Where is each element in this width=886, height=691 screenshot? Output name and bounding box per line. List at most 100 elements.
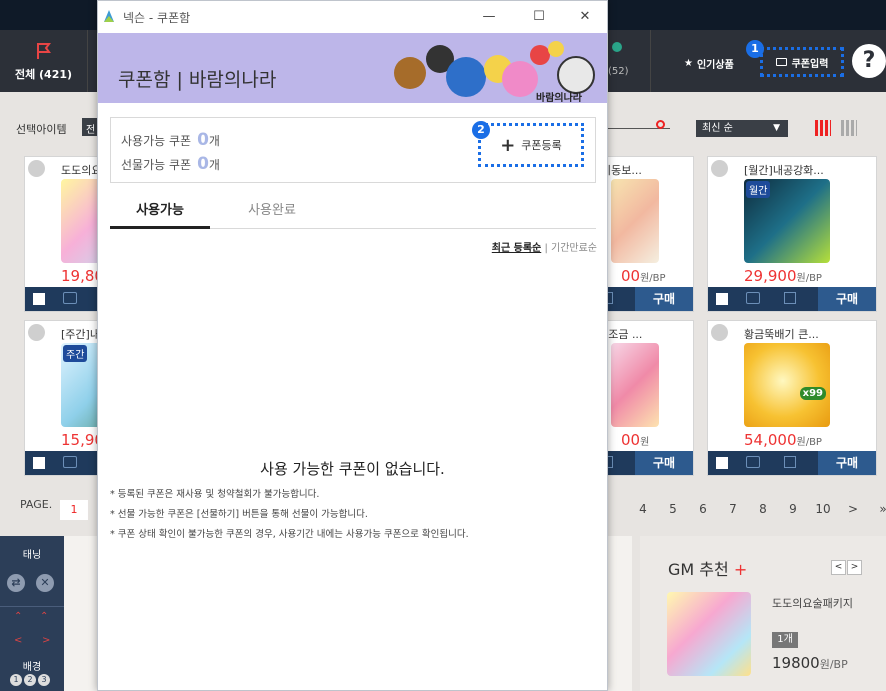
register-coupon-button[interactable]: + 쿠폰등록 bbox=[478, 123, 584, 167]
background-option[interactable]: 2 bbox=[24, 674, 36, 686]
nexon-logo-icon bbox=[104, 10, 114, 22]
direction-pad: ⌃ ⌃ < > bbox=[0, 606, 64, 656]
product-price: 00원 bbox=[621, 431, 650, 449]
category-count[interactable]: (52) bbox=[608, 66, 629, 77]
product-image: x99 bbox=[744, 343, 830, 427]
product-card[interactable]: [월간]내공강화... 월간 29,900원/BP 구매 bbox=[707, 156, 877, 312]
gm-item-price: 19800원/BP bbox=[772, 654, 848, 672]
page-link[interactable]: 7 bbox=[718, 502, 748, 516]
pager: 4 5 6 7 8 9 10 > » bbox=[628, 502, 886, 516]
character-panel: 태닝 ⇄ ✕ ⌃ ⌃ < > 배경 1 2 3 bbox=[0, 536, 64, 691]
page-link[interactable]: 6 bbox=[688, 502, 718, 516]
gift-icon[interactable] bbox=[784, 456, 796, 468]
product-card[interactable]: 황금뚝배기 큰... x99 54,000원/BP 구매 bbox=[707, 320, 877, 476]
chevron-down-icon: ▼ bbox=[773, 123, 780, 133]
popular-items-link[interactable]: ★ 인기상품 bbox=[684, 56, 734, 71]
coupon-input-label: 쿠폰입력 bbox=[791, 58, 829, 70]
nav-divider bbox=[650, 30, 651, 92]
last-page-button[interactable]: » bbox=[868, 502, 886, 516]
sort-select-value: 최신 순 bbox=[702, 123, 733, 134]
sort-links: 최근 등록순 | 기간만료순 bbox=[492, 239, 597, 254]
background-label: 배경 bbox=[22, 662, 42, 673]
list-view-icon[interactable] bbox=[841, 120, 857, 136]
weekly-tag: 주간 bbox=[63, 345, 88, 362]
page-link[interactable]: 5 bbox=[658, 502, 688, 516]
zoom-icon[interactable] bbox=[28, 324, 45, 341]
arrow-up-left-icon[interactable]: ⌃ bbox=[14, 611, 22, 622]
arrow-up-right-icon[interactable]: ⌃ bbox=[40, 611, 48, 622]
window-titlebar[interactable]: 넥슨 - 쿠폰함 — ☐ ✕ bbox=[98, 1, 607, 33]
pager-label: PAGE. bbox=[20, 498, 53, 511]
close-icon[interactable]: ✕ bbox=[36, 574, 54, 592]
sort-expiry-link[interactable]: 기간만료순 bbox=[551, 243, 597, 254]
product-checkbox[interactable] bbox=[33, 457, 45, 469]
zoom-icon[interactable] bbox=[711, 160, 728, 177]
buy-button[interactable]: 구매 bbox=[818, 287, 876, 311]
close-icon[interactable]: ✕ bbox=[574, 6, 596, 28]
empty-message: 사용 가능한 쿠폰이 없습니다. bbox=[260, 460, 445, 478]
gm-item-image[interactable] bbox=[667, 592, 751, 676]
background-option[interactable]: 3 bbox=[38, 674, 50, 686]
tanning-tab[interactable]: 태닝 bbox=[0, 546, 64, 561]
product-checkbox[interactable] bbox=[33, 293, 45, 305]
gm-item-name[interactable]: 도도의요술패키지 bbox=[772, 596, 862, 612]
product-title: 황금뚝배기 큰... bbox=[744, 328, 819, 341]
zoom-icon[interactable] bbox=[28, 160, 45, 177]
product-checkbox[interactable] bbox=[716, 293, 728, 305]
cart-icon[interactable] bbox=[746, 456, 760, 468]
coupon-notes: * 등록된 쿠폰은 재사용 및 청약철회가 불가능합니다. * 선물 가능한 쿠… bbox=[110, 485, 469, 545]
next-arrow-button[interactable]: > bbox=[847, 560, 862, 575]
coupon-input-button[interactable]: 쿠폰입력 bbox=[760, 47, 844, 77]
coupon-window: 넥슨 - 쿠폰함 — ☐ ✕ 쿠폰함 | 바람의나라 바람의나라 사용가능 쿠폰… bbox=[97, 0, 608, 691]
page-link[interactable]: 9 bbox=[778, 502, 808, 516]
page-link[interactable]: 4 bbox=[628, 502, 658, 516]
cart-icon[interactable] bbox=[746, 292, 760, 304]
select-box-text: 전 bbox=[86, 125, 96, 136]
help-button[interactable]: ? bbox=[852, 44, 886, 78]
product-price: 00원/BP bbox=[621, 267, 666, 285]
maximize-icon[interactable]: ☐ bbox=[528, 6, 550, 28]
minimize-icon[interactable]: — bbox=[478, 6, 500, 28]
gift-icon[interactable] bbox=[784, 292, 796, 304]
tab-available[interactable]: 사용가능 bbox=[110, 197, 210, 229]
prev-arrow-button[interactable]: < bbox=[831, 560, 846, 575]
coupon-tabs: 사용가능 사용완료 bbox=[110, 197, 596, 229]
next-page-button[interactable]: > bbox=[838, 502, 868, 516]
arrow-right-icon[interactable]: > bbox=[42, 635, 50, 646]
cart-icon[interactable] bbox=[63, 292, 77, 304]
product-image bbox=[611, 179, 659, 263]
buy-button[interactable]: 구매 bbox=[818, 451, 876, 475]
coupon-banner: 쿠폰함 | 바람의나라 바람의나라 bbox=[98, 33, 607, 103]
buy-button[interactable]: 구매 bbox=[635, 287, 693, 311]
search-icon[interactable] bbox=[656, 120, 665, 129]
flag-icon bbox=[37, 43, 51, 59]
sort-recent-link[interactable]: 최근 등록순 bbox=[492, 243, 541, 254]
sort-select[interactable]: 최신 순 ▼ bbox=[696, 120, 788, 137]
arrow-left-icon[interactable]: < bbox=[14, 635, 22, 646]
window-title: 넥슨 - 쿠폰함 bbox=[123, 11, 191, 25]
buy-button[interactable]: 구매 bbox=[635, 451, 693, 475]
product-image bbox=[611, 343, 659, 427]
quantity-tag: x99 bbox=[799, 387, 826, 400]
page-link[interactable]: 8 bbox=[748, 502, 778, 516]
product-price: 29,900원/BP bbox=[744, 267, 822, 285]
product-checkbox[interactable] bbox=[716, 457, 728, 469]
category-all-label: 전체 (421) bbox=[14, 68, 73, 81]
available-coupons: 사용가능 쿠폰 0개 bbox=[121, 130, 220, 150]
page-link[interactable]: 10 bbox=[808, 502, 838, 516]
page-current[interactable]: 1 bbox=[60, 500, 88, 520]
cart-icon[interactable] bbox=[63, 456, 77, 468]
ticket-icon bbox=[775, 58, 787, 66]
category-all[interactable]: 전체 (421) bbox=[0, 30, 88, 92]
step-badge-2: 2 bbox=[472, 121, 490, 139]
product-price: 54,000원/BP bbox=[744, 431, 822, 449]
plus-icon: + bbox=[733, 560, 748, 579]
background-option[interactable]: 1 bbox=[10, 674, 22, 686]
tab-used[interactable]: 사용완료 bbox=[222, 197, 322, 229]
sort-divider: | bbox=[544, 243, 548, 254]
note-item: * 선물 가능한 쿠폰은 [선물하기] 버튼을 통해 선물이 가능합니다. bbox=[110, 509, 368, 520]
grid-view-icon[interactable] bbox=[815, 120, 831, 136]
zoom-icon[interactable] bbox=[711, 324, 728, 341]
swap-icon[interactable]: ⇄ bbox=[7, 574, 25, 592]
gift-coupons: 선물가능 쿠폰 0개 bbox=[121, 154, 220, 174]
